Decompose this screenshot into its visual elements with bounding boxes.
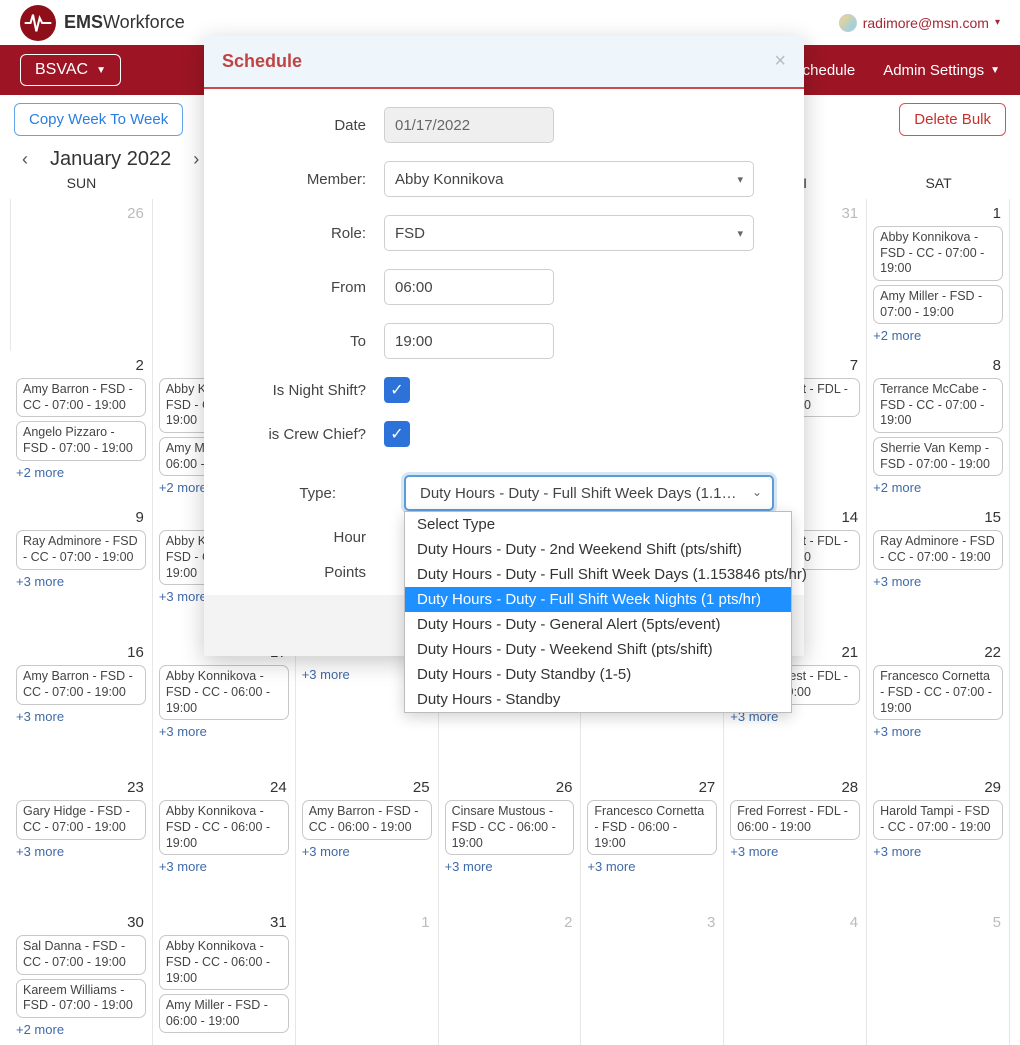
from-input[interactable] [384,269,554,305]
modal-overlay: Schedule × Date 01/17/2022 Member: Abby … [0,0,1020,1045]
label-from: From [234,279,384,296]
label-date: Date [234,117,384,134]
role-select[interactable]: FSD ▾ [384,215,754,251]
label-to: To [234,333,384,350]
night-shift-checkbox[interactable]: ✓ [384,377,410,403]
modal-header: Schedule × [204,36,804,89]
label-chief: is Crew Chief? [234,426,384,443]
type-option[interactable]: Duty Hours - Duty - General Alert (5pts/… [405,612,791,637]
label-points: Points [234,564,384,581]
date-field: 01/17/2022 [384,107,554,143]
modal-title: Schedule [222,51,302,72]
chevron-down-icon: ⌄ [752,485,762,499]
label-hour: Hour [234,529,384,546]
type-option[interactable]: Duty Hours - Standby [405,687,791,712]
type-select[interactable]: Duty Hours - Duty - Full Shift Week Days… [404,475,774,511]
type-dropdown-list: Select TypeDuty Hours - Duty - 2nd Weeke… [404,511,792,713]
label-member: Member: [234,171,384,188]
crew-chief-checkbox[interactable]: ✓ [384,421,410,447]
type-option[interactable]: Duty Hours - Duty Standby (1-5) [405,662,791,687]
type-option[interactable]: Duty Hours - Duty - 2nd Weekend Shift (p… [405,537,791,562]
member-select[interactable]: Abby Konnikova ▾ [384,161,754,197]
type-option[interactable]: Duty Hours - Duty - Full Shift Week Nigh… [405,587,791,612]
to-input[interactable] [384,323,554,359]
chevron-down-icon: ▾ [737,173,743,186]
type-option[interactable]: Select Type [405,512,791,537]
close-icon[interactable]: × [774,50,786,73]
chevron-down-icon: ▾ [737,227,743,240]
label-type: Type: [234,485,354,502]
schedule-modal: Schedule × Date 01/17/2022 Member: Abby … [204,36,804,656]
label-role: Role: [234,225,384,242]
type-option[interactable]: Duty Hours - Duty - Weekend Shift (pts/s… [405,637,791,662]
type-option[interactable]: Duty Hours - Duty - Full Shift Week Days… [405,562,791,587]
modal-body: Date 01/17/2022 Member: Abby Konnikova ▾… [204,89,804,595]
label-night: Is Night Shift? [234,382,384,399]
